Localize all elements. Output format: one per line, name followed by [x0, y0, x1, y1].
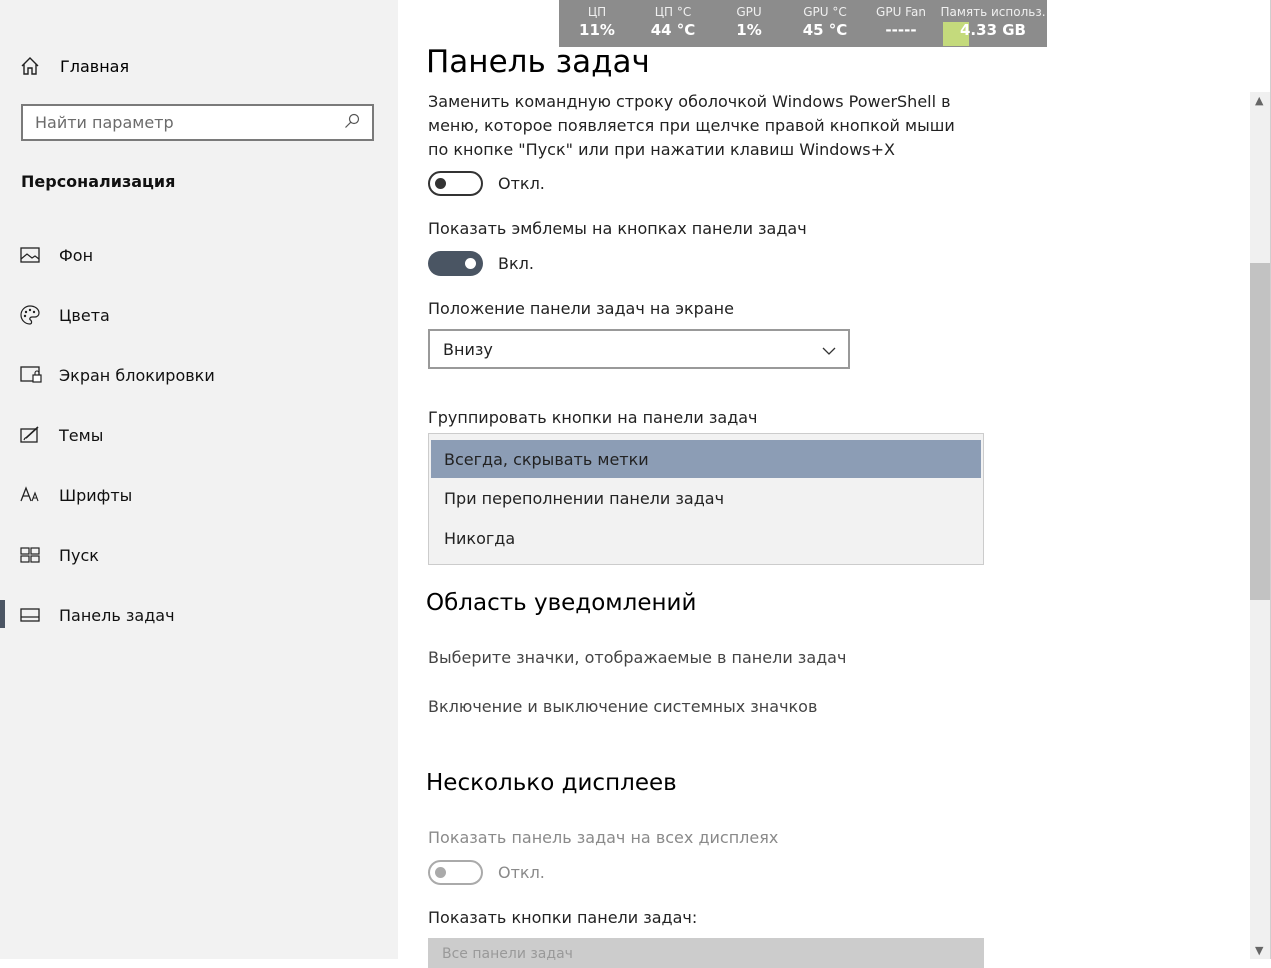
- sidebar-item-label: Экран блокировки: [59, 365, 215, 385]
- search-box[interactable]: [21, 104, 374, 141]
- multi-show-toggle[interactable]: [428, 860, 483, 885]
- sidebar-item-background[interactable]: Фон: [20, 240, 93, 270]
- main-content: Панель задач Заменить командную строку о…: [398, 0, 1250, 968]
- lock-screen-icon: [20, 366, 59, 384]
- group-option-never[interactable]: Никогда: [431, 518, 981, 558]
- multi-show-toggle-state: Откл.: [498, 863, 545, 882]
- scrollbar-thumb[interactable]: [1250, 263, 1271, 600]
- badges-toggle-row: Вкл.: [428, 251, 534, 276]
- cpu-load-value: 11%: [579, 21, 615, 39]
- multiple-displays-heading: Несколько дисплеев: [426, 770, 677, 796]
- sidebar-item-label: Фон: [59, 245, 94, 265]
- powershell-description: Заменить командную строку оболочкой Wind…: [428, 92, 955, 159]
- sidebar-item-colors[interactable]: Цвета: [20, 300, 110, 330]
- group-buttons-list: Всегда, скрывать метки При переполнении …: [428, 433, 984, 565]
- gpu-load-label: GPU: [736, 5, 762, 19]
- taskbar-icon: [20, 608, 59, 622]
- powershell-toggle-state: Откл.: [498, 174, 545, 193]
- sidebar-item-fonts[interactable]: Шрифты: [20, 480, 132, 510]
- gpu-fan-value: -----: [885, 21, 917, 39]
- taskbar-position-dropdown[interactable]: Внизу: [428, 329, 850, 369]
- multi-buttons-label: Показать кнопки панели задач:: [428, 908, 698, 927]
- sidebar-item-start[interactable]: Пуск: [20, 540, 99, 570]
- notifications-heading: Область уведомлений: [426, 590, 697, 616]
- sidebar-item-label: Пуск: [59, 545, 99, 565]
- system-icons-link[interactable]: Включение и выключение системных значков: [428, 697, 817, 716]
- gpu-temp-label: GPU °C: [803, 5, 847, 19]
- sidebar-item-label: Шрифты: [59, 485, 133, 505]
- badges-toggle-state: Вкл.: [498, 254, 534, 273]
- nav-home[interactable]: Главная: [20, 52, 129, 80]
- position-label: Положение панели задач на экране: [428, 299, 734, 318]
- gpu-fan-cell: GPU Fan -----: [863, 0, 939, 47]
- multi-show-toggle-row: Откл.: [428, 860, 545, 885]
- chevron-down-icon: [822, 340, 836, 359]
- sidebar-item-lock-screen[interactable]: Экран блокировки: [20, 360, 215, 390]
- scrollbar[interactable]: ▲ ▼: [1250, 92, 1271, 959]
- nav-home-label: Главная: [60, 56, 130, 76]
- powershell-toggle[interactable]: [428, 171, 483, 196]
- sidebar-item-label: Цвета: [59, 305, 110, 325]
- palette-icon: [20, 305, 59, 325]
- memory-cell: Память использ. 4.33 GB: [939, 0, 1047, 47]
- sidebar-item-taskbar[interactable]: Панель задач: [20, 600, 175, 630]
- select-icons-link[interactable]: Выберите значки, отображаемые в панели з…: [428, 648, 846, 667]
- gpu-temp-cell: GPU °C 45 °C: [787, 0, 863, 47]
- performance-overlay: ЦП 11% ЦП °C 44 °C GPU 1% GPU °C 45 °C G…: [559, 0, 1047, 47]
- scroll-down-icon[interactable]: ▼: [1255, 944, 1263, 957]
- memory-value: 4.33 GB: [960, 21, 1026, 39]
- section-title: Персонализация: [21, 172, 176, 191]
- search-input[interactable]: [35, 113, 335, 132]
- gpu-fan-label: GPU Fan: [876, 5, 926, 19]
- badges-label: Показать эмблемы на кнопках панели задач: [428, 219, 807, 238]
- sidebar-item-label: Панель задач: [59, 605, 175, 625]
- image-icon: [20, 247, 59, 263]
- active-indicator: [0, 600, 5, 628]
- powershell-toggle-row: Откл.: [428, 171, 545, 196]
- search-icon[interactable]: [344, 113, 360, 133]
- memory-label: Память использ.: [940, 5, 1046, 19]
- cpu-temp-cell: ЦП °C 44 °C: [635, 0, 711, 47]
- home-icon: [20, 56, 60, 76]
- gpu-load-cell: GPU 1%: [711, 0, 787, 47]
- badges-toggle[interactable]: [428, 251, 483, 276]
- sidebar-item-themes[interactable]: Темы: [20, 420, 103, 450]
- group-option-always[interactable]: Всегда, скрывать метки: [431, 440, 981, 478]
- start-icon: [20, 547, 59, 563]
- sidebar-item-label: Темы: [59, 425, 104, 445]
- cpu-load-cell: ЦП 11%: [559, 0, 635, 47]
- sidebar: Главная Персонализация Фон Цвета Экран б…: [0, 0, 398, 959]
- multi-buttons-dropdown[interactable]: Все панели задач: [428, 938, 984, 968]
- themes-icon: [20, 426, 59, 444]
- page-title: Панель задач: [426, 44, 650, 80]
- cpu-temp-label: ЦП °C: [654, 5, 692, 19]
- gpu-load-value: 1%: [736, 21, 762, 39]
- cpu-temp-value: 44 °C: [650, 21, 696, 39]
- cpu-load-label: ЦП: [587, 5, 607, 19]
- group-option-overflow[interactable]: При переполнении панели задач: [431, 478, 981, 518]
- taskbar-position-value: Внизу: [443, 339, 493, 359]
- group-label: Группировать кнопки на панели задач: [428, 408, 758, 427]
- gpu-temp-value: 45 °C: [802, 21, 848, 39]
- scroll-up-icon[interactable]: ▲: [1255, 94, 1263, 107]
- fonts-icon: [20, 486, 59, 504]
- multi-show-label: Показать панель задач на всех дисплеях: [428, 828, 779, 847]
